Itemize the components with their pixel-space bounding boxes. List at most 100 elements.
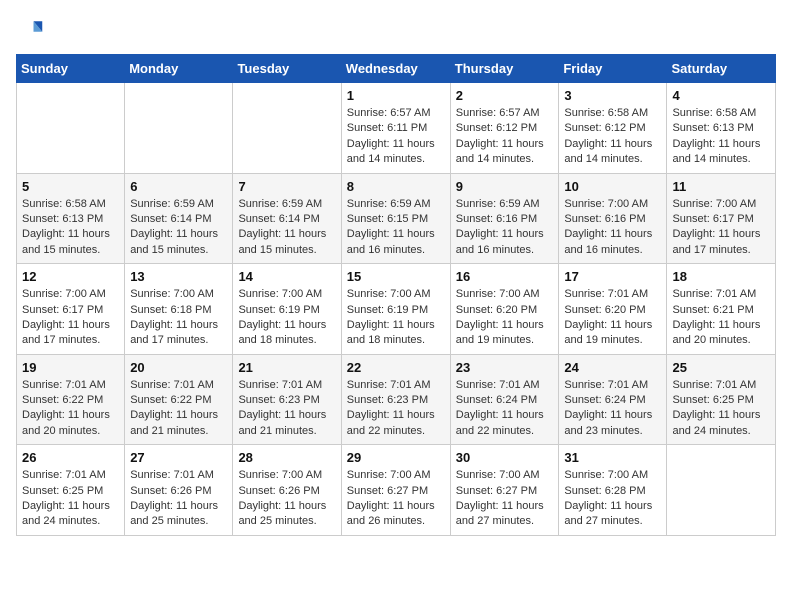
week-row-1: 1 Sunrise: 6:57 AMSunset: 6:11 PMDayligh… [17,83,776,174]
day-number: 17 [564,269,661,284]
week-row-3: 12 Sunrise: 7:00 AMSunset: 6:17 PMDaylig… [17,264,776,355]
day-info: Sunrise: 6:59 AMSunset: 6:15 PMDaylight:… [347,197,445,259]
calendar-cell: 30 Sunrise: 7:00 AMSunset: 6:27 PMDaylig… [450,445,559,536]
weekday-saturday: Saturday [667,55,776,83]
day-info: Sunrise: 7:01 AMSunset: 6:25 PMDaylight:… [672,378,770,440]
week-row-5: 26 Sunrise: 7:01 AMSunset: 6:25 PMDaylig… [17,445,776,536]
day-number: 25 [672,360,770,375]
calendar-cell: 31 Sunrise: 7:00 AMSunset: 6:28 PMDaylig… [559,445,667,536]
calendar-cell [17,83,125,174]
calendar-cell: 12 Sunrise: 7:00 AMSunset: 6:17 PMDaylig… [17,264,125,355]
calendar-cell: 2 Sunrise: 6:57 AMSunset: 6:12 PMDayligh… [450,83,559,174]
calendar-cell: 8 Sunrise: 6:59 AMSunset: 6:15 PMDayligh… [341,173,450,264]
weekday-monday: Monday [125,55,233,83]
calendar-cell: 3 Sunrise: 6:58 AMSunset: 6:12 PMDayligh… [559,83,667,174]
day-number: 16 [456,269,554,284]
calendar-cell: 25 Sunrise: 7:01 AMSunset: 6:25 PMDaylig… [667,354,776,445]
weekday-header-row: SundayMondayTuesdayWednesdayThursdayFrid… [17,55,776,83]
calendar-cell: 24 Sunrise: 7:01 AMSunset: 6:24 PMDaylig… [559,354,667,445]
day-number: 3 [564,88,661,103]
day-number: 14 [238,269,335,284]
day-info: Sunrise: 6:59 AMSunset: 6:16 PMDaylight:… [456,197,554,259]
day-info: Sunrise: 7:00 AMSunset: 6:26 PMDaylight:… [238,468,335,530]
weekday-wednesday: Wednesday [341,55,450,83]
day-info: Sunrise: 7:00 AMSunset: 6:20 PMDaylight:… [456,287,554,349]
calendar-cell: 11 Sunrise: 7:00 AMSunset: 6:17 PMDaylig… [667,173,776,264]
calendar-cell: 27 Sunrise: 7:01 AMSunset: 6:26 PMDaylig… [125,445,233,536]
calendar-cell: 18 Sunrise: 7:01 AMSunset: 6:21 PMDaylig… [667,264,776,355]
calendar-cell: 4 Sunrise: 6:58 AMSunset: 6:13 PMDayligh… [667,83,776,174]
day-number: 12 [22,269,119,284]
calendar-cell: 13 Sunrise: 7:00 AMSunset: 6:18 PMDaylig… [125,264,233,355]
day-number: 13 [130,269,227,284]
day-info: Sunrise: 7:01 AMSunset: 6:20 PMDaylight:… [564,287,661,349]
day-number: 26 [22,450,119,465]
calendar-cell: 15 Sunrise: 7:00 AMSunset: 6:19 PMDaylig… [341,264,450,355]
calendar-cell: 1 Sunrise: 6:57 AMSunset: 6:11 PMDayligh… [341,83,450,174]
week-row-4: 19 Sunrise: 7:01 AMSunset: 6:22 PMDaylig… [17,354,776,445]
day-info: Sunrise: 7:00 AMSunset: 6:19 PMDaylight:… [347,287,445,349]
calendar: SundayMondayTuesdayWednesdayThursdayFrid… [16,54,776,536]
calendar-cell [233,83,341,174]
calendar-cell: 19 Sunrise: 7:01 AMSunset: 6:22 PMDaylig… [17,354,125,445]
week-row-2: 5 Sunrise: 6:58 AMSunset: 6:13 PMDayligh… [17,173,776,264]
day-number: 7 [238,179,335,194]
day-number: 31 [564,450,661,465]
calendar-cell [667,445,776,536]
day-info: Sunrise: 7:01 AMSunset: 6:24 PMDaylight:… [456,378,554,440]
day-info: Sunrise: 6:57 AMSunset: 6:12 PMDaylight:… [456,106,554,168]
day-number: 27 [130,450,227,465]
calendar-cell: 10 Sunrise: 7:00 AMSunset: 6:16 PMDaylig… [559,173,667,264]
day-number: 20 [130,360,227,375]
day-number: 28 [238,450,335,465]
day-number: 1 [347,88,445,103]
day-info: Sunrise: 7:01 AMSunset: 6:23 PMDaylight:… [238,378,335,440]
day-number: 2 [456,88,554,103]
day-number: 11 [672,179,770,194]
day-info: Sunrise: 6:58 AMSunset: 6:13 PMDaylight:… [22,197,119,259]
day-info: Sunrise: 7:01 AMSunset: 6:25 PMDaylight:… [22,468,119,530]
day-info: Sunrise: 7:01 AMSunset: 6:24 PMDaylight:… [564,378,661,440]
weekday-tuesday: Tuesday [233,55,341,83]
calendar-cell: 21 Sunrise: 7:01 AMSunset: 6:23 PMDaylig… [233,354,341,445]
day-info: Sunrise: 7:01 AMSunset: 6:22 PMDaylight:… [22,378,119,440]
calendar-cell: 29 Sunrise: 7:00 AMSunset: 6:27 PMDaylig… [341,445,450,536]
calendar-cell: 14 Sunrise: 7:00 AMSunset: 6:19 PMDaylig… [233,264,341,355]
logo-icon [16,16,44,44]
day-info: Sunrise: 7:00 AMSunset: 6:19 PMDaylight:… [238,287,335,349]
calendar-cell [125,83,233,174]
calendar-cell: 28 Sunrise: 7:00 AMSunset: 6:26 PMDaylig… [233,445,341,536]
day-info: Sunrise: 7:00 AMSunset: 6:27 PMDaylight:… [347,468,445,530]
day-number: 30 [456,450,554,465]
day-info: Sunrise: 7:00 AMSunset: 6:27 PMDaylight:… [456,468,554,530]
weekday-thursday: Thursday [450,55,559,83]
day-info: Sunrise: 7:01 AMSunset: 6:26 PMDaylight:… [130,468,227,530]
day-info: Sunrise: 6:58 AMSunset: 6:13 PMDaylight:… [672,106,770,168]
day-number: 4 [672,88,770,103]
day-number: 21 [238,360,335,375]
day-number: 10 [564,179,661,194]
calendar-cell: 17 Sunrise: 7:01 AMSunset: 6:20 PMDaylig… [559,264,667,355]
calendar-cell: 7 Sunrise: 6:59 AMSunset: 6:14 PMDayligh… [233,173,341,264]
weekday-sunday: Sunday [17,55,125,83]
day-info: Sunrise: 7:01 AMSunset: 6:22 PMDaylight:… [130,378,227,440]
day-number: 29 [347,450,445,465]
day-info: Sunrise: 7:00 AMSunset: 6:18 PMDaylight:… [130,287,227,349]
day-info: Sunrise: 6:57 AMSunset: 6:11 PMDaylight:… [347,106,445,168]
day-info: Sunrise: 7:00 AMSunset: 6:28 PMDaylight:… [564,468,661,530]
day-number: 15 [347,269,445,284]
day-info: Sunrise: 6:59 AMSunset: 6:14 PMDaylight:… [238,197,335,259]
day-number: 5 [22,179,119,194]
day-number: 23 [456,360,554,375]
day-info: Sunrise: 7:01 AMSunset: 6:21 PMDaylight:… [672,287,770,349]
day-number: 19 [22,360,119,375]
day-info: Sunrise: 7:00 AMSunset: 6:16 PMDaylight:… [564,197,661,259]
calendar-cell: 6 Sunrise: 6:59 AMSunset: 6:14 PMDayligh… [125,173,233,264]
calendar-cell: 22 Sunrise: 7:01 AMSunset: 6:23 PMDaylig… [341,354,450,445]
weekday-friday: Friday [559,55,667,83]
calendar-cell: 5 Sunrise: 6:58 AMSunset: 6:13 PMDayligh… [17,173,125,264]
day-number: 8 [347,179,445,194]
calendar-cell: 20 Sunrise: 7:01 AMSunset: 6:22 PMDaylig… [125,354,233,445]
day-number: 22 [347,360,445,375]
day-number: 9 [456,179,554,194]
